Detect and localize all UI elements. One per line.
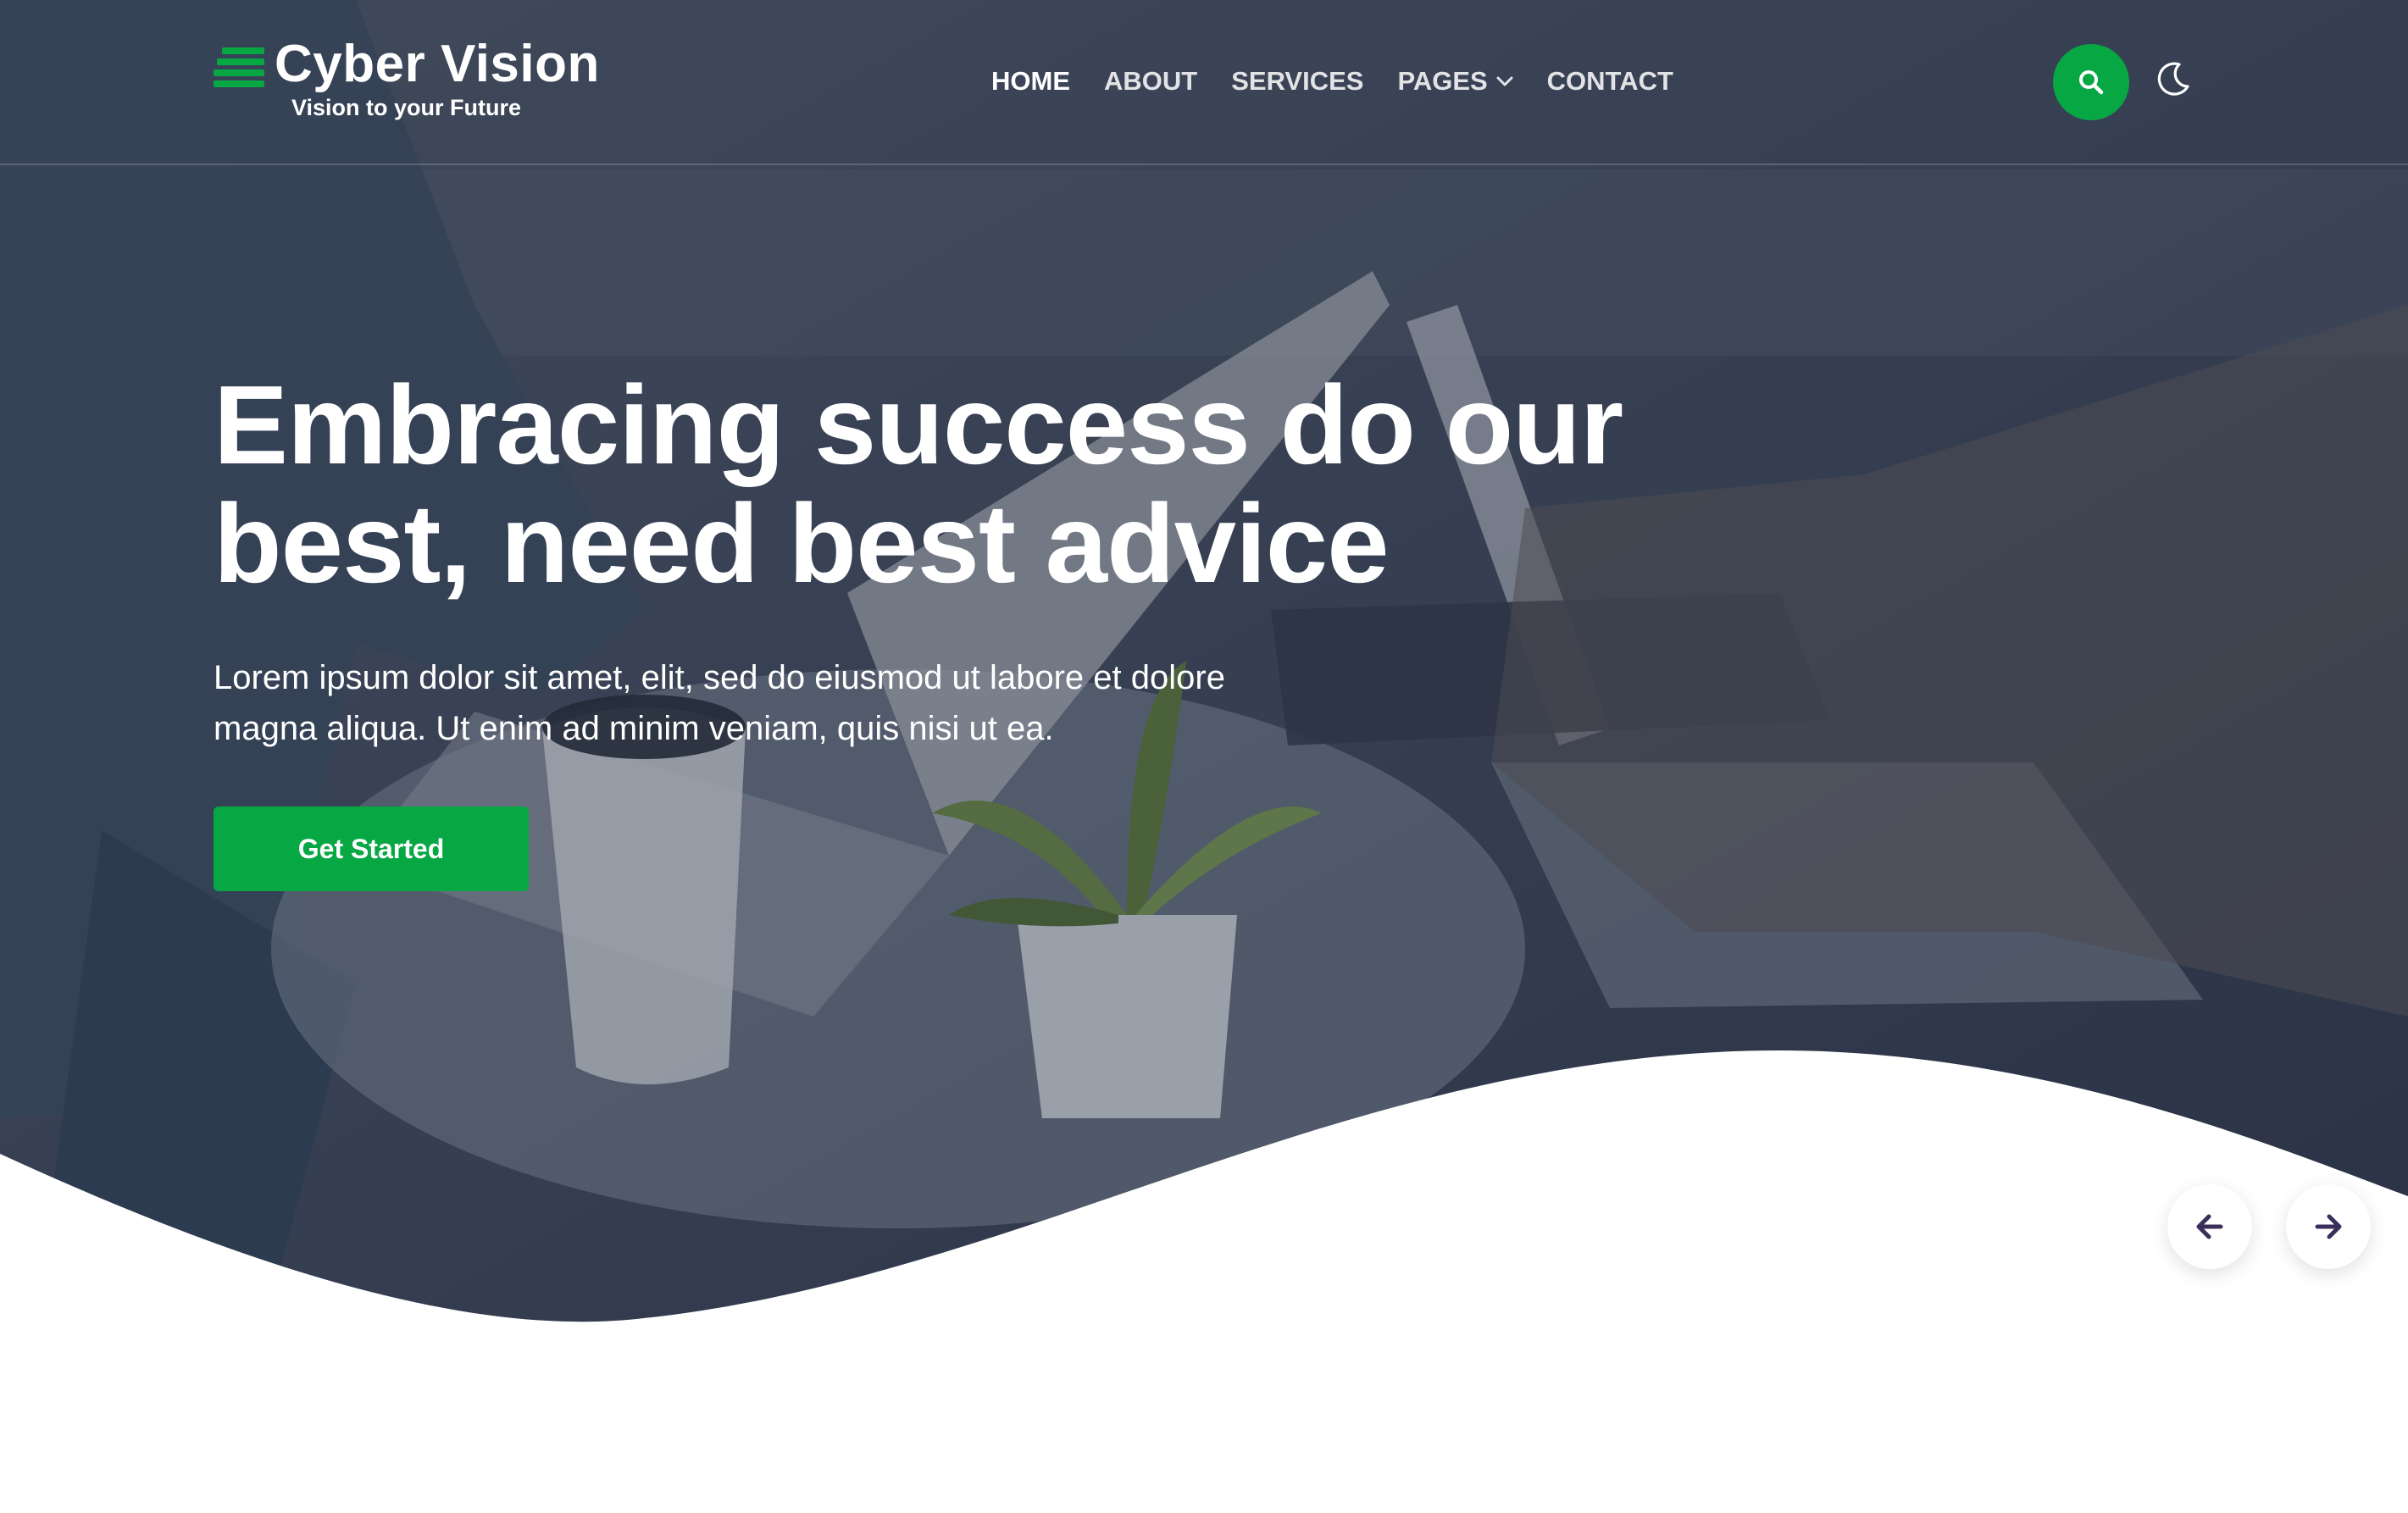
nav-item-home[interactable]: HOME bbox=[991, 66, 1070, 97]
arrow-left-icon bbox=[2196, 1214, 2223, 1239]
nav-item-label: PAGES bbox=[1397, 66, 1488, 96]
stacked-lines-icon bbox=[214, 47, 264, 87]
slider-next-button[interactable] bbox=[2286, 1184, 2371, 1269]
nav-item-services[interactable]: SERVICES bbox=[1231, 66, 1363, 97]
brand-logo[interactable]: Cyber Vision Vision to your Future bbox=[214, 34, 599, 127]
nav-item-label: SERVICES bbox=[1231, 66, 1364, 96]
hero-headline: Embracing success do our best, need best… bbox=[214, 366, 1654, 603]
hero-section: Cyber Vision Vision to your Future HOME … bbox=[0, 0, 2408, 1513]
chevron-down-icon bbox=[1496, 76, 1513, 86]
brand-name: Cyber Vision bbox=[275, 35, 600, 93]
main-nav: HOME ABOUT SERVICES PAGES CONTACT bbox=[991, 66, 1707, 97]
hero-description-line-2: magna aliqua. Ut enim ad minim veniam, q… bbox=[214, 710, 1054, 747]
hero-headline-line-2: best, need best advice bbox=[214, 481, 1390, 606]
search-icon bbox=[2079, 70, 2104, 95]
arrow-right-icon bbox=[2315, 1214, 2342, 1239]
nav-item-label: ABOUT bbox=[1104, 66, 1198, 96]
brand-tagline: Vision to your Future bbox=[291, 95, 522, 120]
search-button[interactable] bbox=[2053, 44, 2129, 120]
theme-toggle-button[interactable] bbox=[2152, 58, 2194, 100]
nav-item-label: CONTACT bbox=[1546, 66, 1673, 96]
hero-headline-line-1: Embracing success do our bbox=[214, 363, 1623, 487]
hero-description-line-1: Lorem ipsum dolor sit amet, elit, sed do… bbox=[214, 659, 1225, 696]
nav-item-label: HOME bbox=[991, 66, 1070, 96]
nav-item-pages[interactable]: PAGES bbox=[1397, 66, 1513, 97]
slider-prev-button[interactable] bbox=[2167, 1184, 2252, 1269]
get-started-button[interactable]: Get Started bbox=[214, 806, 529, 891]
nav-item-about[interactable]: ABOUT bbox=[1104, 66, 1197, 97]
hero-description: Lorem ipsum dolor sit amet, elit, sed do… bbox=[214, 652, 1298, 754]
moon-icon bbox=[2157, 62, 2189, 96]
site-header: Cyber Vision Vision to your Future HOME … bbox=[0, 0, 2408, 165]
nav-item-contact[interactable]: CONTACT bbox=[1547, 66, 1673, 97]
